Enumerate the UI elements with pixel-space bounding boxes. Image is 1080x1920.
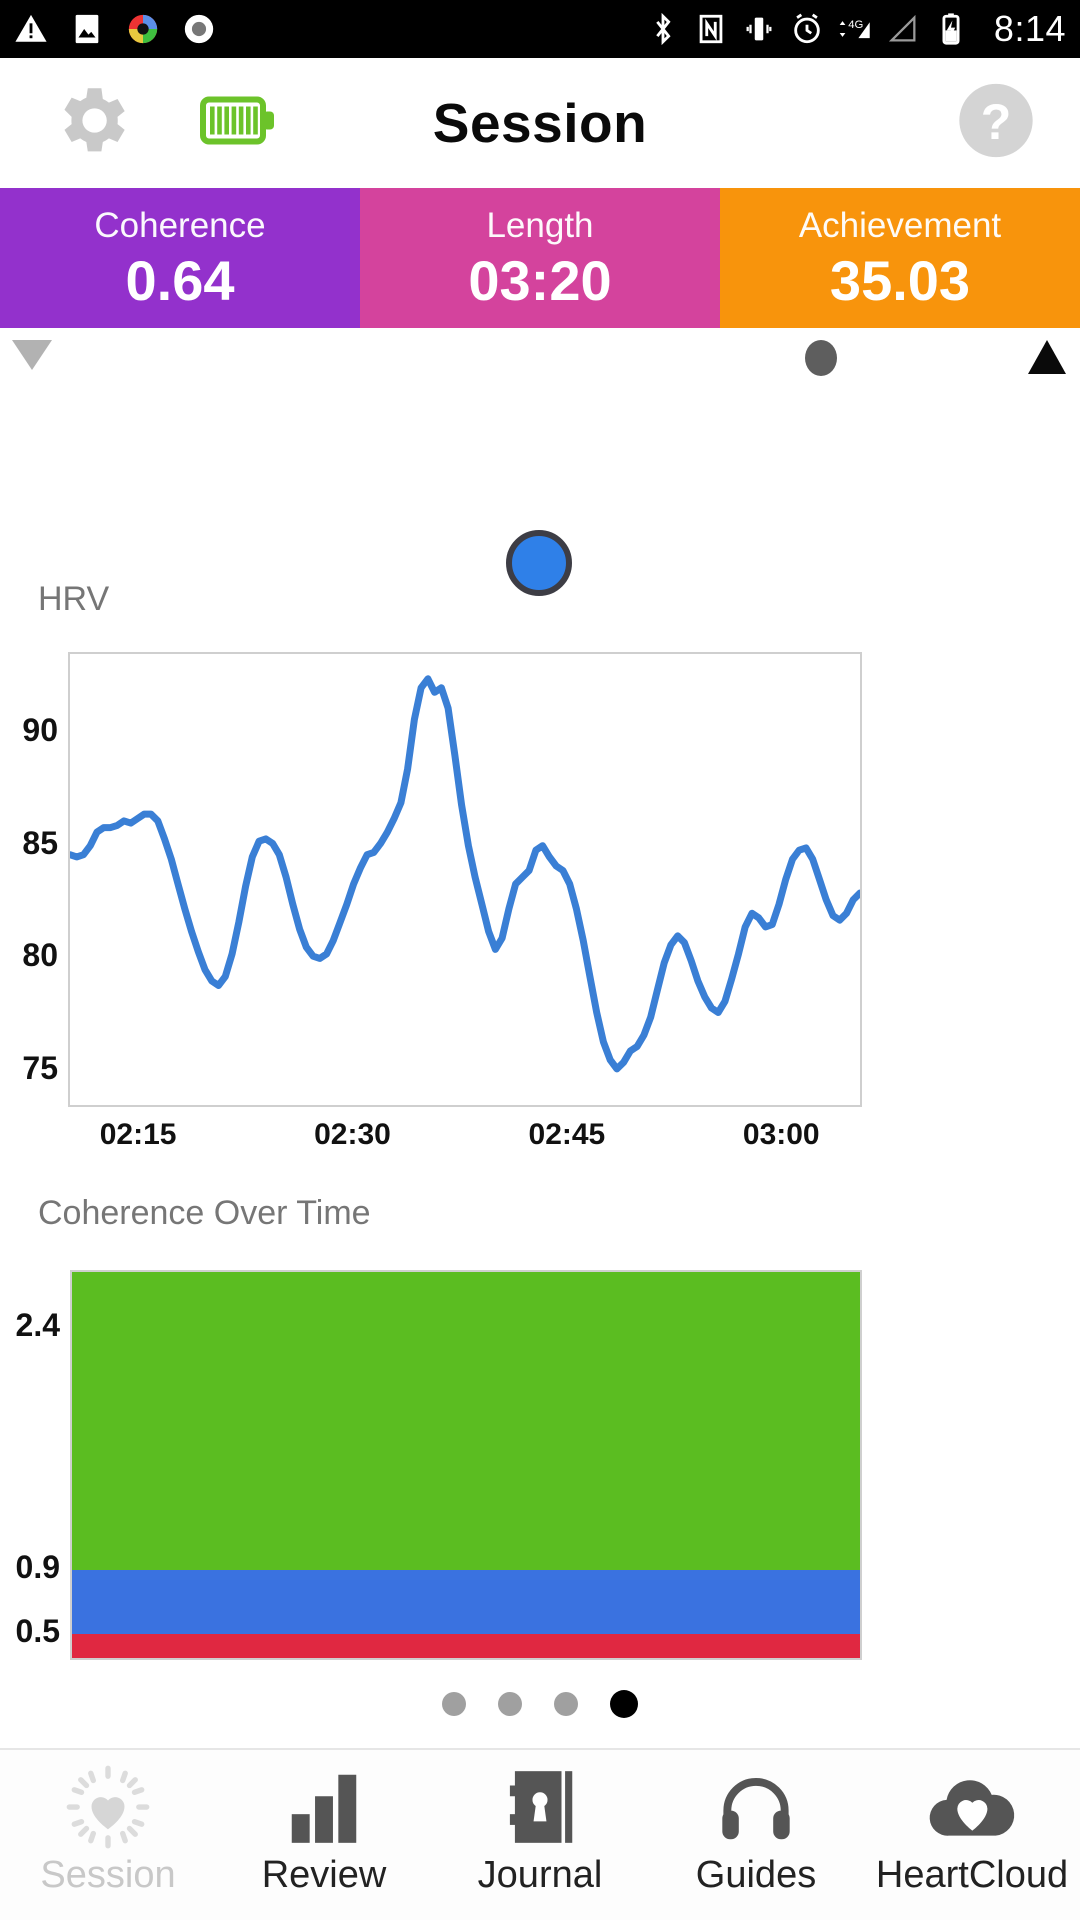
nav-item-review[interactable]: Review — [216, 1750, 432, 1894]
nav-label: Guides — [695, 1854, 817, 1896]
record-circle-icon — [184, 14, 214, 44]
medium-coherence-blue-zone — [72, 1569, 860, 1634]
svg-text:4G: 4G — [848, 19, 863, 31]
status-bar-left-icons — [14, 12, 216, 46]
metric-tile-coherence[interactable]: Coherence 0.64 — [0, 188, 360, 328]
nfc-icon — [699, 14, 723, 44]
warning-triangle-icon — [15, 14, 47, 42]
metric-label: Length — [486, 205, 594, 245]
coherence-chart-title: Coherence Over Time — [38, 1194, 371, 1232]
settings-button[interactable] — [48, 78, 134, 169]
nav-item-heartcloud[interactable]: HeartCloud — [864, 1750, 1080, 1894]
hrv-y-tick: 85 — [22, 824, 58, 861]
nav-item-session[interactable]: Session — [0, 1750, 216, 1894]
metric-value: 35.03 — [829, 248, 971, 312]
page-title: Session — [432, 92, 648, 154]
hrv-y-tick: 80 — [22, 937, 58, 974]
low-coherence-red-zone — [72, 1633, 860, 1658]
metric-tile-achievement[interactable]: Achievement 35.03 — [720, 188, 1080, 328]
metric-label: Coherence — [94, 205, 266, 245]
metric-label: Achievement — [798, 205, 1002, 245]
hrv-y-tick: 90 — [22, 711, 58, 748]
app-header: Session ? — [0, 58, 1080, 188]
nav-label: Journal — [477, 1854, 603, 1896]
coherence-over-time-chart[interactable] — [70, 1270, 862, 1660]
nav-item-journal[interactable]: Journal — [432, 1750, 648, 1894]
page-dot[interactable] — [554, 1692, 578, 1716]
page-indicator-dots[interactable] — [0, 1690, 1080, 1718]
breath-pacer-ball — [506, 530, 572, 596]
signal-empty-icon — [888, 14, 916, 42]
page-dot[interactable] — [442, 1692, 466, 1716]
metric-value: 0.64 — [125, 248, 235, 312]
hrv-x-tick: 03:00 — [742, 1118, 820, 1151]
coherence-y-tick: 0.5 — [15, 1612, 60, 1649]
hrv-line-plot — [66, 675, 864, 1073]
pacer-dot-icon — [805, 340, 837, 376]
metric-tile-length[interactable]: Length 03:20 — [360, 188, 720, 328]
cloud-heart-icon — [924, 1764, 1020, 1850]
page-dot[interactable] — [498, 1692, 522, 1716]
journal-book-icon — [497, 1764, 583, 1850]
image-icon — [75, 14, 99, 44]
coherence-y-tick: 0.9 — [15, 1548, 60, 1585]
bar-chart-icon — [281, 1764, 367, 1850]
heart-pulse-icon — [65, 1764, 151, 1850]
help-button[interactable]: ? — [956, 81, 1036, 166]
status-bar-clock: 8:14 — [993, 8, 1066, 49]
pacer-up-triangle-icon — [1028, 340, 1066, 374]
metrics-row: Coherence 0.64 Length 03:20 Achievement … — [0, 188, 1080, 328]
help-icon: ? — [959, 83, 1033, 158]
alarm-icon — [794, 13, 820, 44]
4g-data-icon: 4G — [839, 19, 870, 39]
nav-label: Review — [261, 1854, 387, 1896]
color-wheel-icon — [128, 14, 158, 44]
nav-item-guides[interactable]: Guides — [648, 1750, 864, 1894]
nav-label: Session — [40, 1854, 176, 1896]
hrv-chart[interactable] — [66, 652, 864, 1107]
hrv-x-tick: 02:15 — [99, 1118, 177, 1151]
hrv-x-tick: 02:45 — [528, 1118, 606, 1151]
vibrate-icon — [746, 17, 772, 41]
bluetooth-icon — [656, 12, 671, 46]
nav-label: HeartCloud — [875, 1854, 1069, 1896]
sensor-battery-indicator — [200, 94, 278, 153]
bottom-navigation: Session Review Journal Guides HeartCloud — [0, 1748, 1080, 1920]
hrv-x-tick: 02:30 — [314, 1118, 391, 1151]
svg-text:?: ? — [981, 94, 1012, 150]
sensor-battery-icon — [200, 96, 274, 145]
status-bar: 4G 8:14 — [0, 0, 1080, 58]
metric-value: 03:20 — [468, 248, 612, 312]
headphones-icon — [713, 1764, 799, 1850]
high-coherence-green-zone — [72, 1272, 860, 1570]
hrv-y-tick: 75 — [22, 1050, 58, 1087]
page-dot[interactable] — [610, 1690, 638, 1718]
gear-icon — [64, 88, 125, 152]
coherence-y-tick: 2.4 — [15, 1307, 60, 1344]
status-bar-right-icons: 4G 8:14 — [646, 8, 1066, 50]
hrv-chart-title: HRV — [38, 580, 110, 618]
battery-charging-icon — [942, 13, 960, 45]
pacer-down-triangle-icon — [12, 340, 52, 370]
